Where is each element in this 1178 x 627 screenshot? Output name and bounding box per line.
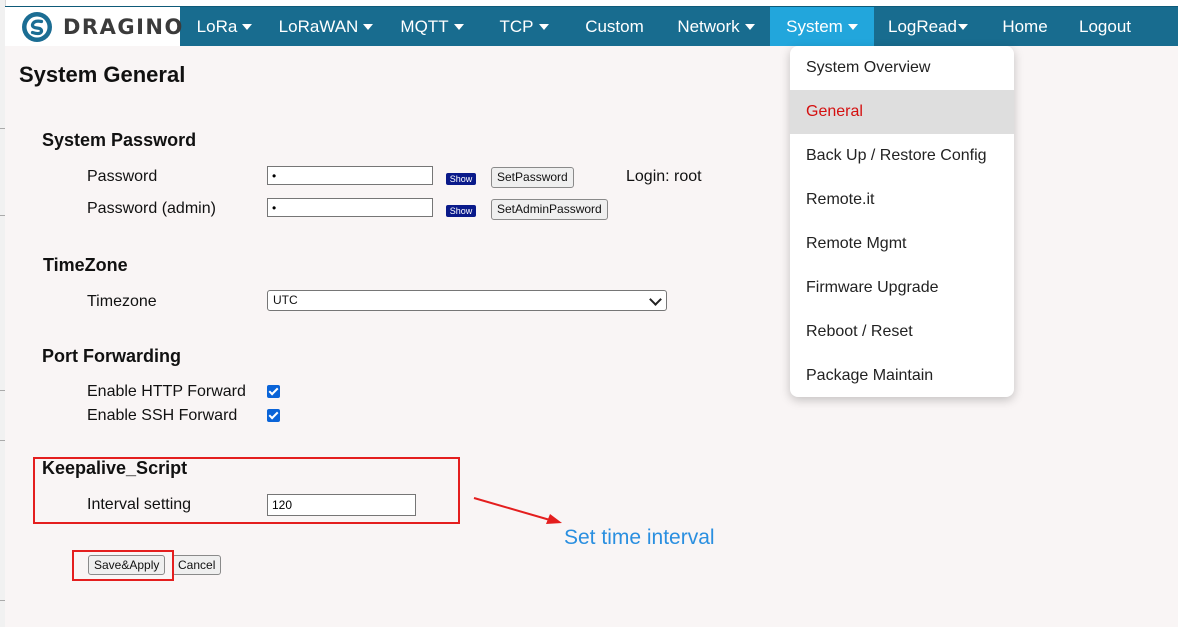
menu-system-overview[interactable]: System Overview	[790, 46, 1014, 90]
nav-label: MQTT	[400, 17, 449, 36]
port-forwarding-heading: Port Forwarding	[42, 346, 181, 366]
nav-system[interactable]: System	[770, 7, 874, 47]
caret-down-icon	[242, 23, 253, 30]
menu-backup-restore[interactable]: Back Up / Restore Config	[790, 134, 1014, 178]
nav-mqtt[interactable]: MQTT	[383, 7, 481, 47]
show-admin-password-button[interactable]: Show	[446, 205, 476, 217]
menu-remote-it[interactable]: Remote.it	[790, 178, 1014, 222]
nav-tcp[interactable]: TCP	[481, 7, 567, 47]
password-label: Password	[87, 168, 158, 185]
admin-password-label: Password (admin)	[87, 200, 216, 217]
menu-package-maintain[interactable]: Package Maintain	[790, 354, 1014, 398]
nav-label: LogRead	[887, 17, 957, 36]
show-password-button[interactable]: Show	[446, 173, 476, 185]
nav-custom[interactable]: Custom	[567, 7, 662, 47]
page-title: System General	[19, 62, 186, 87]
set-admin-password-button[interactable]: SetAdminPassword	[491, 199, 608, 220]
cancel-button[interactable]: Cancel	[172, 555, 222, 575]
nav-label: System	[786, 17, 843, 36]
timezone-selected-value: UTC	[273, 293, 298, 307]
caret-down-icon	[847, 23, 858, 30]
system-dropdown-menu: System Overview General Back Up / Restor…	[790, 46, 1014, 397]
caret-down-icon	[958, 23, 968, 30]
admin-password-input[interactable]	[267, 198, 433, 217]
nav-network[interactable]: Network	[662, 7, 770, 47]
http-forward-checkbox[interactable]	[267, 385, 280, 398]
timezone-select[interactable]: UTC	[267, 290, 667, 311]
logo-text: DRAGINO	[63, 15, 184, 39]
ssh-forward-label: Enable SSH Forward	[87, 407, 238, 424]
caret-down-icon	[538, 23, 549, 30]
nav-home[interactable]: Home	[982, 7, 1068, 47]
nav-label: Network	[677, 17, 740, 36]
login-text: Login: root	[626, 168, 702, 185]
nav-label: Custom	[585, 17, 644, 36]
timezone-heading: TimeZone	[43, 255, 128, 275]
http-forward-label: Enable HTTP Forward	[87, 383, 246, 400]
ssh-forward-checkbox[interactable]	[267, 409, 280, 422]
nav-label: Logout	[1079, 17, 1131, 36]
save-highlight-box	[72, 550, 174, 581]
timezone-label: Timezone	[87, 293, 157, 310]
menu-reboot-reset[interactable]: Reboot / Reset	[790, 310, 1014, 354]
dragino-logo[interactable]: DRAGINO	[5, 7, 182, 47]
caret-down-icon	[453, 23, 464, 30]
caret-down-icon	[744, 23, 755, 30]
menu-firmware-upgrade[interactable]: Firmware Upgrade	[790, 266, 1014, 310]
caret-down-icon	[363, 23, 374, 30]
nav-label: Home	[1002, 17, 1048, 36]
nav-label: LoRa	[196, 17, 238, 36]
nav-label: LoRaWAN	[278, 17, 359, 36]
dragino-logo-icon	[22, 12, 52, 42]
top-navbar: DRAGINO LoRa LoRaWAN MQTT TCP Custom Net…	[5, 6, 1178, 47]
chevron-down-icon	[649, 293, 662, 306]
menu-remote-mgmt[interactable]: Remote Mgmt	[790, 222, 1014, 266]
annotation-arrow-icon	[473, 497, 562, 524]
system-password-heading: System Password	[42, 130, 197, 150]
menu-general[interactable]: General	[790, 90, 1014, 134]
nav-logout[interactable]: Logout	[1068, 7, 1142, 47]
nav-label: TCP	[499, 17, 534, 36]
nav-lora[interactable]: LoRa	[180, 7, 269, 47]
annotation-text: Set time interval	[564, 526, 715, 549]
password-input[interactable]	[267, 166, 433, 185]
nav-logread[interactable]: LogRead	[874, 7, 982, 47]
keepalive-highlight-box	[33, 457, 460, 524]
nav-lorawan[interactable]: LoRaWAN	[269, 7, 383, 47]
set-password-button[interactable]: SetPassword	[491, 167, 574, 188]
